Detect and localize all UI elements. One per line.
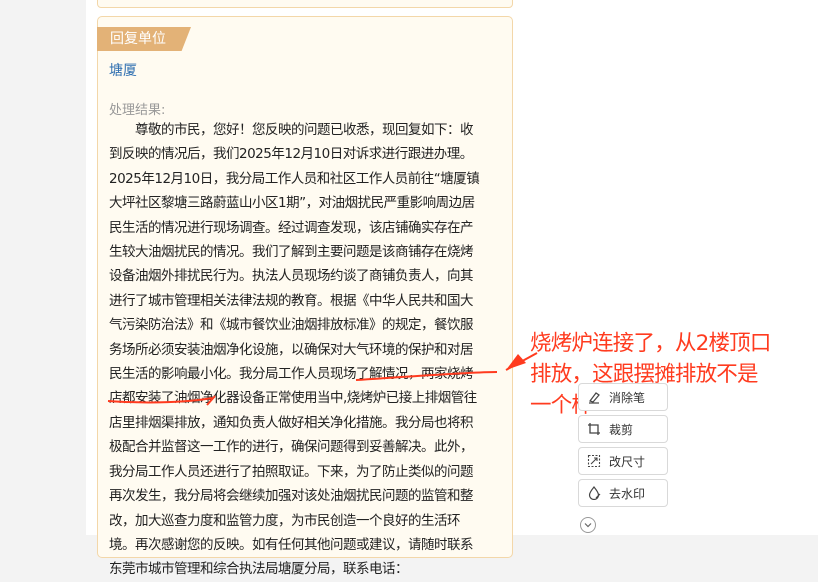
- crop-label: 裁剪: [609, 422, 634, 437]
- more-tools-button[interactable]: [580, 517, 596, 533]
- remove-watermark-label: 去水印: [609, 486, 646, 501]
- annotation-line: 一个样: [530, 393, 593, 418]
- resize-label: 改尺寸: [609, 454, 646, 469]
- annotation-underline-arrow: [107, 352, 538, 406]
- reply-line: 境。再次感谢您的反映。如有任何其他问题或建议，请随时联系: [109, 536, 474, 553]
- remove-watermark-icon: [588, 486, 601, 500]
- crop-button[interactable]: 裁剪: [578, 415, 668, 443]
- remove-watermark-button[interactable]: 去水印: [578, 479, 668, 507]
- chevron-down-icon: [584, 523, 592, 528]
- resize-icon: [587, 454, 601, 468]
- annotation-line: 烧烤炉连接了，从2楼顶口: [530, 331, 771, 356]
- annotation-line: 排放，这跟摆摊排放不是: [530, 362, 759, 387]
- resize-button[interactable]: 改尺寸: [578, 447, 668, 475]
- crop-icon: [588, 423, 600, 435]
- reply-line: 东莞市城市管理和综合执法局塘厦分局，联系电话：: [109, 561, 409, 578]
- eraser-pen-label: 消除笔: [609, 390, 646, 405]
- eraser-pen-button[interactable]: 消除笔: [578, 383, 668, 411]
- red-annotation-text: 烧烤炉连接了，从2楼顶口 排放，这跟摆摊排放不是 一个样: [530, 328, 818, 421]
- eraser-pen-icon: [589, 392, 600, 404]
